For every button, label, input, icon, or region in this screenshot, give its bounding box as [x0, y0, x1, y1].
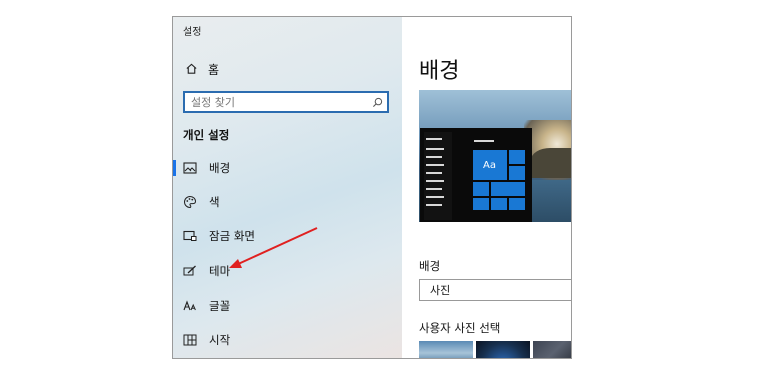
search-icon[interactable] [372, 93, 383, 112]
sidebar-item-theme[interactable]: 테마 [173, 258, 402, 284]
background-type-select[interactable]: 사진 [419, 279, 571, 301]
photo-thumbnail[interactable] [476, 341, 530, 358]
sidebar-item-label: 테마 [209, 264, 231, 278]
pick-photo-label: 사용자 사진 선택 [419, 321, 501, 335]
sidebar-item-label: 배경 [209, 161, 231, 175]
app-title: 설정 [183, 27, 202, 38]
photo-thumbnail[interactable] [533, 341, 571, 358]
lock-screen-icon [183, 229, 197, 243]
sidebar-item-fonts[interactable]: 글꼴 [173, 293, 402, 319]
photo-thumbnail[interactable] [419, 341, 473, 358]
search-box[interactable] [183, 91, 389, 113]
home-label: 홈 [208, 62, 220, 77]
sidebar-item-label: 잠금 화면 [209, 229, 255, 243]
start-grid-icon [183, 333, 197, 347]
start-menu-preview: Aa [420, 128, 532, 222]
sidebar-item-lock-screen[interactable]: 잠금 화면 [173, 223, 402, 249]
sidebar-item-start[interactable]: 시작 [173, 327, 402, 353]
sidebar-item-label: 시작 [209, 333, 231, 347]
background-label: 배경 [419, 259, 441, 273]
search-input[interactable] [191, 95, 372, 109]
background-preview: Aa [419, 90, 571, 222]
sidebar: 설정 홈 개인 설정 배경 색 [173, 17, 402, 358]
home-nav-item[interactable]: 홈 [185, 60, 219, 78]
palette-icon [183, 195, 197, 209]
preview-tile-text: Aa [483, 160, 496, 171]
home-icon [185, 60, 198, 79]
sidebar-item-background[interactable]: 배경 [173, 155, 402, 181]
sidebar-item-label: 색 [209, 195, 220, 209]
theme-brush-icon [183, 264, 197, 278]
font-icon [183, 299, 197, 313]
settings-window: 설정 홈 개인 설정 배경 색 [172, 16, 572, 359]
sidebar-item-label: 글꼴 [209, 299, 231, 313]
section-title: 개인 설정 [183, 128, 230, 142]
main-content: 배경 Aa 배경 사진 사용자 사진 선택 [402, 17, 571, 358]
sidebar-item-color[interactable]: 색 [173, 189, 402, 215]
page-title: 배경 [419, 59, 460, 84]
picture-icon [183, 161, 197, 175]
